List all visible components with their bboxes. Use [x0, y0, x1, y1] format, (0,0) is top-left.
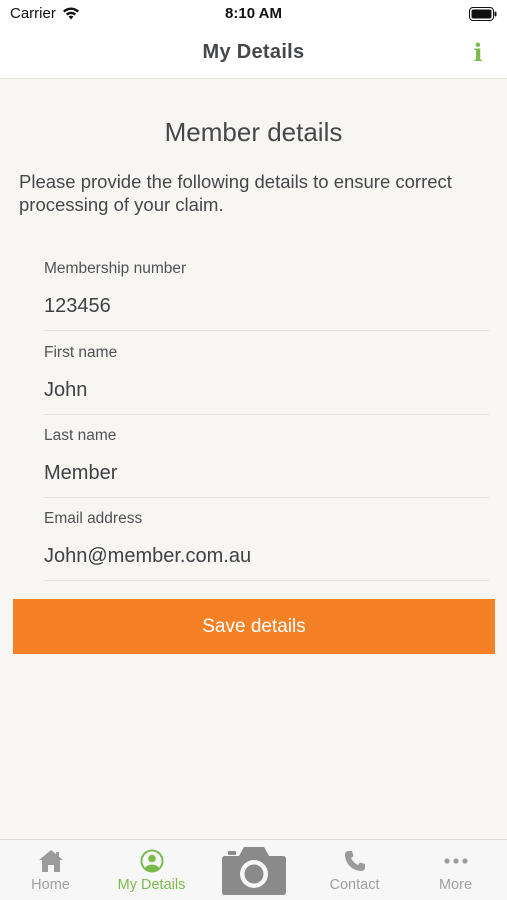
user-circle-icon: [140, 849, 163, 873]
save-details-button[interactable]: Save details: [13, 599, 495, 654]
tab-my-details[interactable]: My Details: [101, 840, 202, 900]
navigation-bar: My Details i: [0, 28, 507, 79]
email-input[interactable]: [44, 541, 484, 571]
status-bar: Carrier 8:10 AM: [0, 0, 507, 28]
camera-icon: [222, 847, 286, 895]
last-name-field: Last name: [44, 414, 489, 498]
email-address-field: Email address: [44, 497, 489, 581]
status-time: 8:10 AM: [225, 5, 282, 22]
membership-number-field: Membership number: [44, 247, 489, 331]
info-button[interactable]: i: [465, 39, 491, 67]
more-dots-icon: [443, 858, 468, 864]
phone-icon: [344, 851, 365, 871]
field-label: Email address: [44, 510, 143, 527]
tab-label: More: [438, 877, 473, 893]
tab-more[interactable]: More: [405, 840, 506, 900]
page-title: My Details: [202, 41, 305, 63]
tab-label: Home: [31, 877, 70, 893]
home-icon: [38, 850, 63, 872]
first-name-input[interactable]: [44, 375, 484, 405]
member-details-form: Member details Please provide the follow…: [0, 79, 507, 839]
info-icon: i: [473, 38, 483, 67]
tab-bar: Home My Details Contact More: [0, 839, 507, 900]
tab-home[interactable]: Home: [0, 840, 101, 900]
camera-button[interactable]: [219, 840, 289, 898]
tab-label: My Details: [117, 877, 186, 893]
battery-icon: [469, 7, 497, 21]
section-heading: Member details: [164, 117, 343, 147]
last-name-input[interactable]: [44, 458, 484, 488]
first-name-field: First name: [44, 331, 489, 415]
intro-text: Please provide the following details to …: [19, 171, 452, 215]
tab-label: Contact: [329, 877, 380, 893]
field-label: Membership number: [44, 260, 187, 277]
membership-number-input[interactable]: [44, 291, 484, 321]
tab-contact[interactable]: Contact: [304, 840, 405, 900]
field-label: Last name: [44, 427, 117, 444]
field-label: First name: [44, 344, 118, 361]
